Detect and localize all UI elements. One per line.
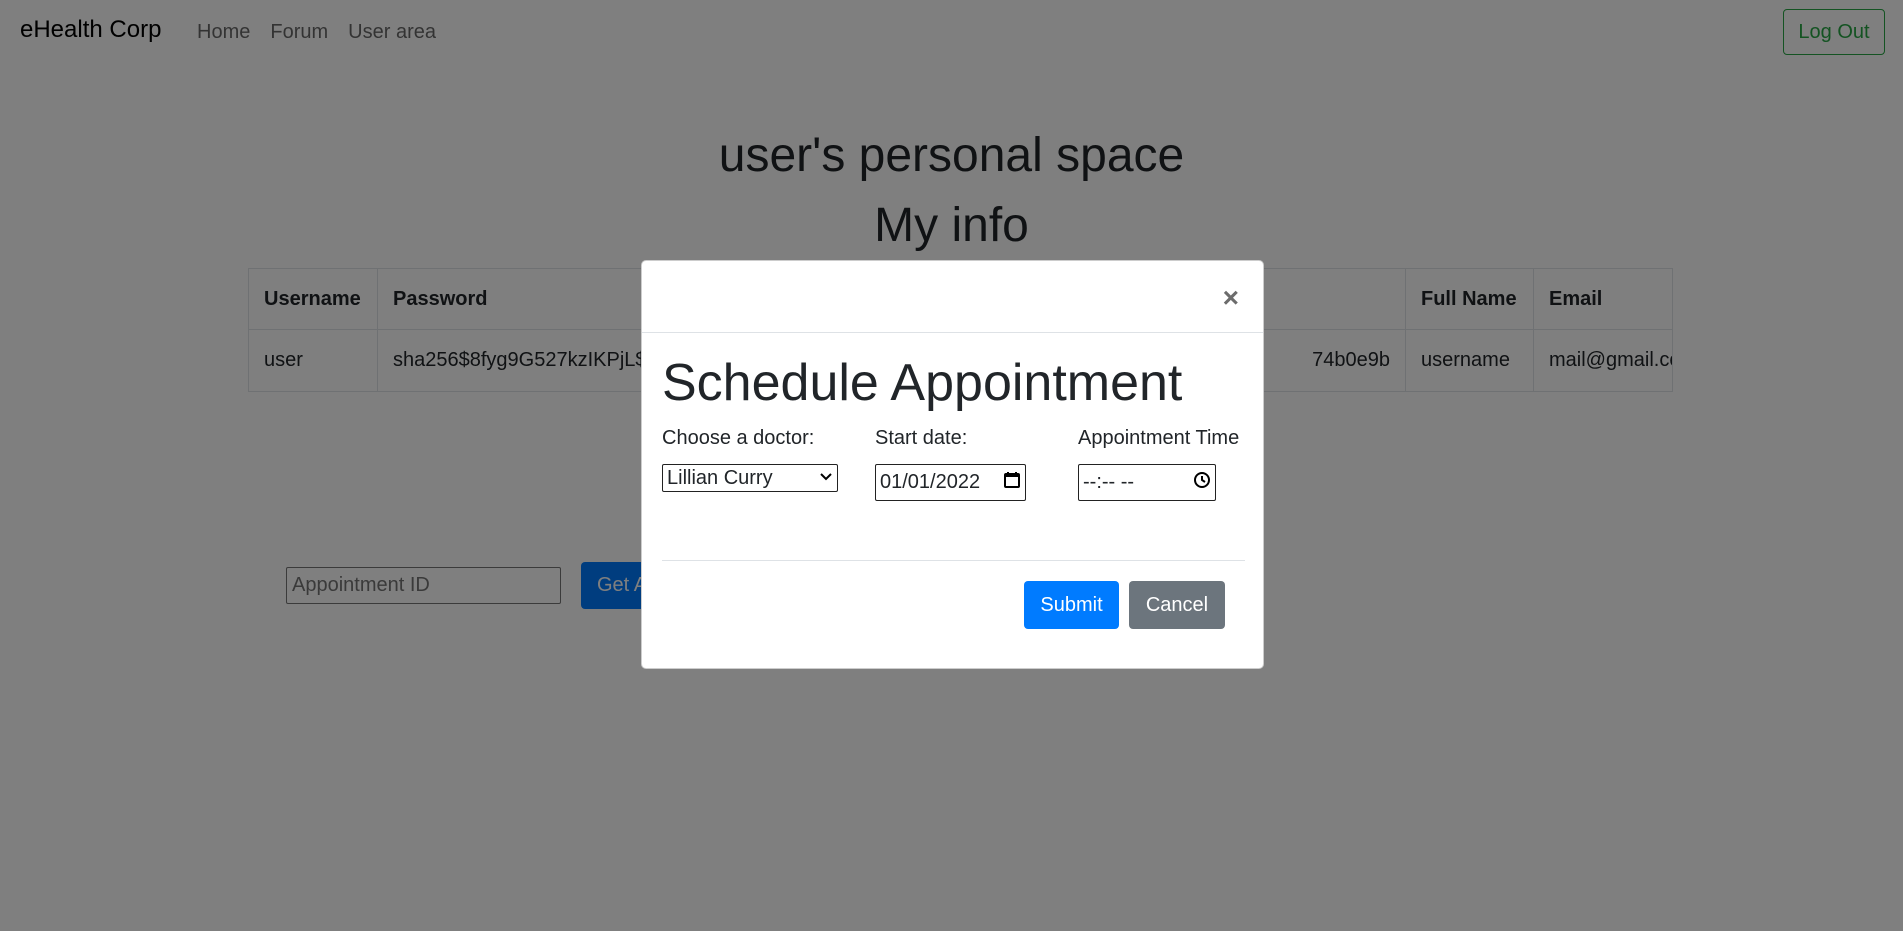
modal-header: × [642,261,1263,333]
modal-title: Schedule Appointment [662,354,1183,412]
start-date-input[interactable]: 01/01/2022 [875,464,1026,501]
doctor-label: Choose a doctor: [662,427,815,449]
close-icon[interactable]: × [1217,283,1245,313]
submit-button[interactable]: Submit [1024,581,1119,629]
calendar-icon[interactable] [1003,471,1021,495]
start-date-label: Start date: [875,427,968,449]
doctor-select-value: Lillian Curry [667,466,773,489]
doctor-select[interactable]: Lillian Curry [662,464,838,492]
appointment-time-label: Appointment Time [1078,427,1240,449]
cancel-button[interactable]: Cancel [1129,581,1225,629]
modal-divider [662,560,1245,561]
schedule-appointment-modal: × Schedule Appointment Choose a doctor: … [641,260,1264,669]
appointment-time-input[interactable]: --:-- -- [1078,464,1216,501]
appointment-time-value: --:-- -- [1083,471,1135,493]
chevron-down-icon [819,471,833,485]
clock-icon[interactable] [1193,471,1211,495]
start-date-value: 01/01/2022 [880,471,981,493]
